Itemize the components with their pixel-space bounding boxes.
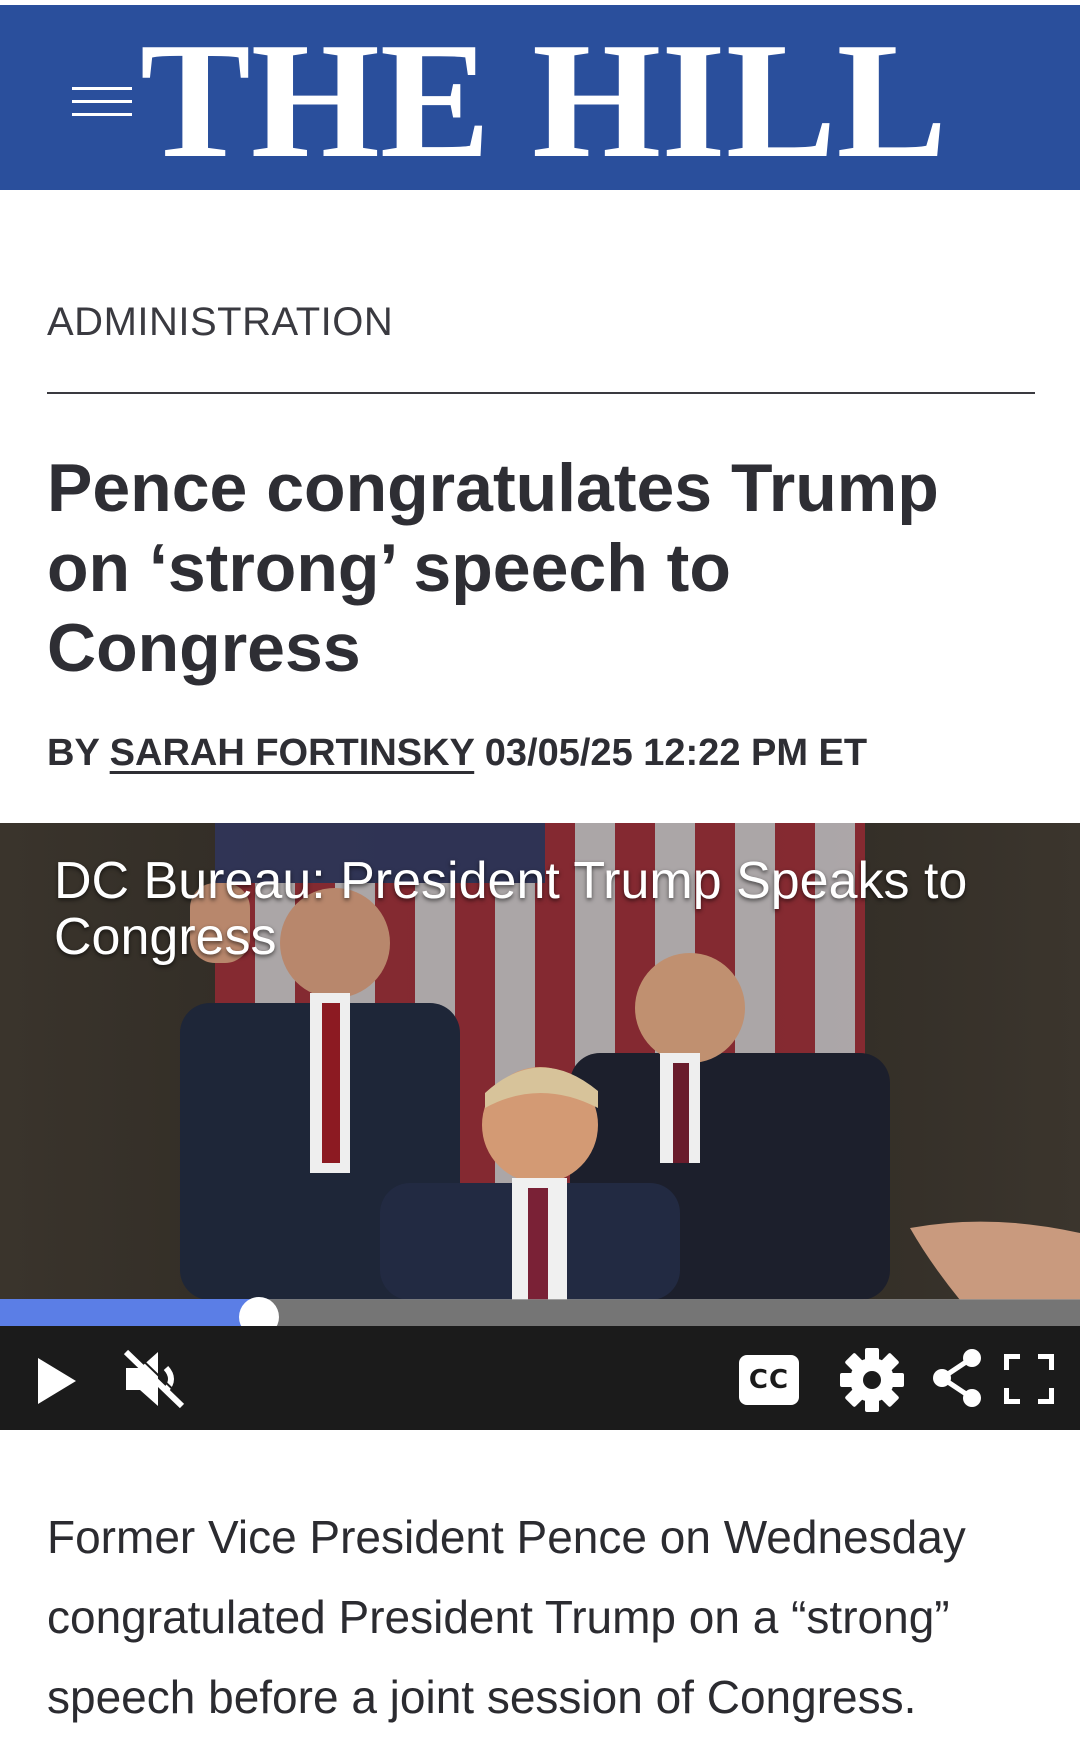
article-headline: Pence congratulates Trump on ‘strong’ sp… (47, 450, 939, 686)
article-body-paragraph: Former Vice President Pence on Wednesday… (47, 1511, 966, 1723)
gear-icon[interactable] (838, 1346, 906, 1414)
closed-captions-button[interactable]: CC (739, 1355, 799, 1405)
share-icon[interactable] (930, 1348, 984, 1408)
author-link[interactable]: SARAH FORTINSKY (110, 732, 475, 774)
video-controls: CC (0, 1326, 1080, 1430)
closed-captions-label: CC (748, 1365, 790, 1395)
play-icon[interactable] (36, 1356, 78, 1406)
muted-speaker-icon[interactable] (122, 1348, 188, 1410)
video-title: DC Bureau: President Trump Speaks to Con… (54, 852, 968, 966)
video-progress-fill (0, 1299, 259, 1326)
article-timestamp: 03/05/25 12:22 PM ET (484, 732, 868, 774)
section-divider (47, 392, 1035, 394)
site-header: THE HILL (0, 5, 1080, 190)
site-logo[interactable]: THE HILL (140, 15, 947, 185)
fullscreen-icon[interactable] (1004, 1354, 1054, 1404)
section-label[interactable]: ADMINISTRATION (47, 300, 393, 345)
hamburger-menu-icon[interactable] (72, 85, 132, 119)
video-progress-bar[interactable] (0, 1299, 1080, 1326)
video-player[interactable]: DC Bureau: President Trump Speaks to Con… (0, 823, 1080, 1430)
byline: BY SARAH FORTINSKY 03/05/25 12:22 PM ET (47, 732, 867, 775)
byline-prefix: BY (47, 732, 100, 774)
